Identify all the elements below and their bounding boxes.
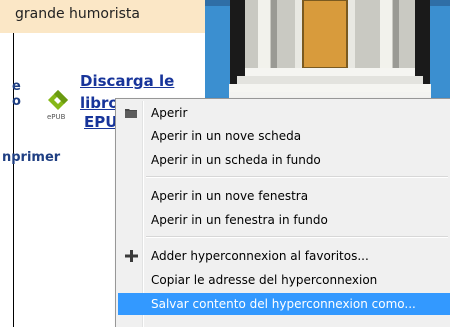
download-link-line2[interactable]: libro (80, 94, 119, 112)
browser-page: grande humorista e o nprimer ePUB Discar… (0, 0, 450, 327)
text-banner: grande humorista (0, 0, 205, 33)
menu-separator (146, 176, 448, 178)
menu-separator (146, 236, 448, 238)
download-link-line3[interactable]: EPU (84, 113, 117, 131)
folder-icon (125, 109, 137, 118)
download-link[interactable]: Discarga le (80, 72, 174, 90)
plus-icon (125, 250, 138, 262)
text-fragment: nprimer (2, 150, 61, 165)
menu-item-save-link-as[interactable]: Salvar contento del hyperconnexion como.… (118, 293, 450, 315)
text-fragment: o (12, 94, 21, 109)
menu-item-open-new-tab[interactable]: Aperir in un nove scheda (118, 125, 450, 147)
menu-item-open-background-window[interactable]: Aperir in un fenestra in fundo (118, 209, 450, 231)
context-menu: Aperir Aperir in un nove scheda Aperir i… (115, 98, 450, 327)
menu-item-open-new-window[interactable]: Aperir in un nove fenestra (118, 185, 450, 207)
left-panel (0, 33, 14, 327)
menu-item-open[interactable]: Aperir (118, 102, 450, 124)
menu-item-add-favorite[interactable]: Adder hyperconnexion al favoritos... (118, 245, 450, 267)
epub-label: ePUB (47, 113, 66, 121)
menu-item-copy-link[interactable]: Copiar le adresse del hyperconnexion (118, 269, 450, 291)
banner-text: grande humorista (15, 6, 141, 22)
text-fragment: e (12, 79, 21, 94)
menu-item-open-background-tab[interactable]: Aperir in un scheda in fundo (118, 149, 450, 171)
